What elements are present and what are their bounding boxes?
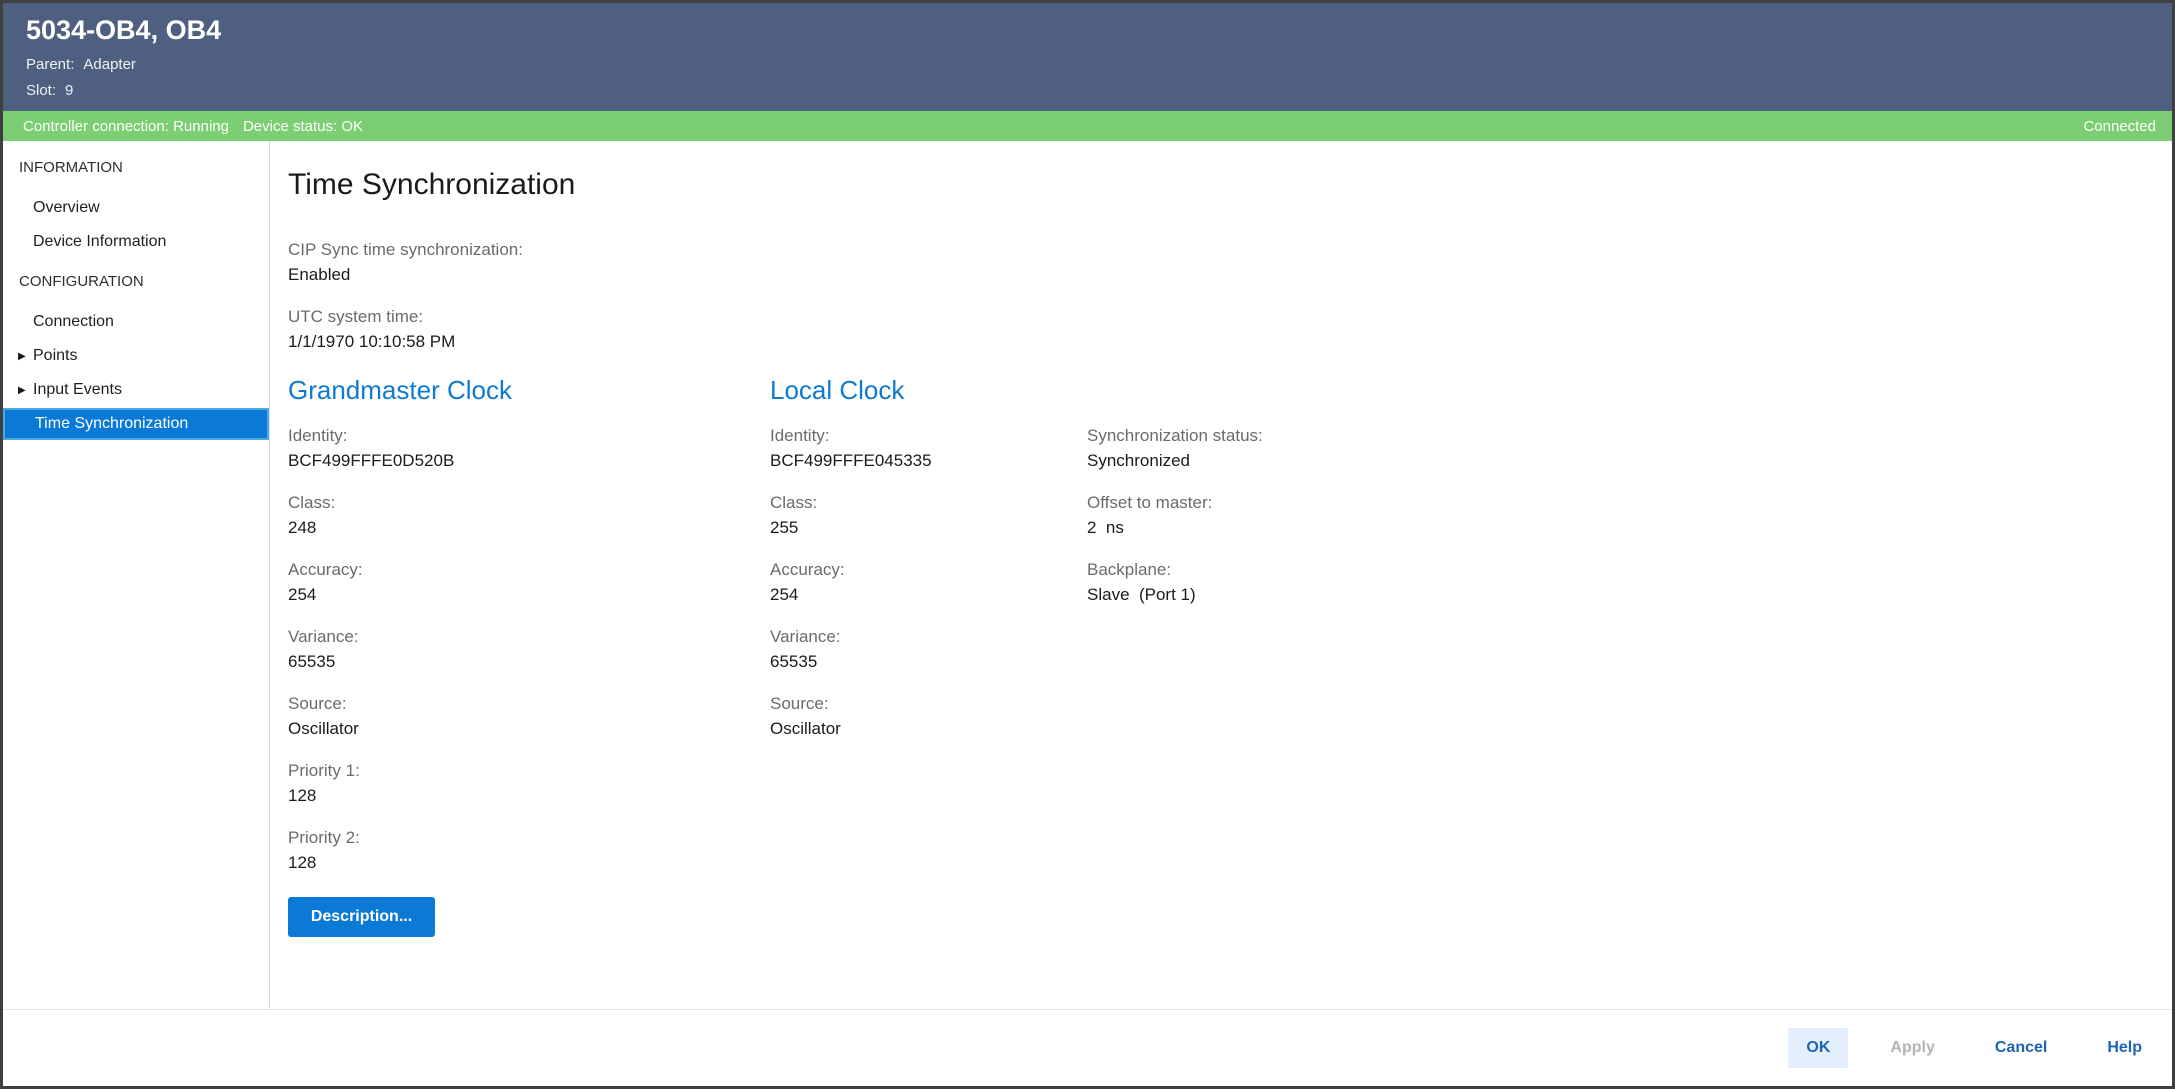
field-lc-class: Class: 255	[770, 492, 1087, 539]
field-value: 128	[288, 786, 317, 805]
field-label: Accuracy:	[770, 560, 845, 579]
sidebar-section-configuration: CONFIGURATION	[19, 273, 144, 290]
field-cip-sync: CIP Sync time synchronization: Enabled	[288, 239, 2172, 286]
field-gm-accuracy: Accuracy: 254	[288, 559, 770, 606]
field-gm-identity: Identity: BCF499FFFE0D520B	[288, 425, 770, 472]
description-button[interactable]: Description...	[288, 897, 435, 937]
field-label: Variance:	[288, 627, 359, 646]
device-header: 5034-OB4, OB4 Parent: Adapter Slot: 9	[3, 3, 2172, 111]
field-label: Class:	[288, 493, 336, 512]
field-lc-identity: Identity: BCF499FFFE045335	[770, 425, 1087, 472]
dialog-footer: OK Apply Cancel Help	[3, 1009, 2172, 1086]
field-label: Backplane:	[1087, 560, 1172, 579]
field-value: 1/1/1970 10:10:58 PM	[288, 332, 456, 351]
parent-line: Parent: Adapter	[26, 55, 2148, 75]
field-value: Oscillator	[770, 719, 841, 738]
field-value: Oscillator	[288, 719, 359, 738]
main-content: Time Synchronization CIP Sync time synch…	[270, 141, 2172, 1009]
apply-button[interactable]: Apply	[1872, 1028, 1952, 1068]
connection-status: Connected	[2083, 117, 2156, 135]
sidebar-item-points[interactable]: ▶ Points	[3, 339, 269, 373]
field-gm-priority-2: Priority 2: 128	[288, 827, 770, 874]
field-gm-priority-1: Priority 1: 128	[288, 760, 770, 807]
sidebar-item-time-synchronization[interactable]: Time Synchronization	[3, 408, 269, 440]
expand-arrow-icon[interactable]: ▶	[18, 374, 26, 408]
parent-value: Adapter	[83, 56, 136, 73]
field-label: Priority 2:	[288, 828, 360, 847]
sidebar-item-input-events[interactable]: ▶ Input Events	[3, 373, 269, 407]
slot-label: Slot:	[26, 82, 57, 99]
parent-label: Parent:	[26, 56, 75, 73]
expand-arrow-icon[interactable]: ▶	[18, 340, 26, 374]
slot-value: 9	[65, 82, 74, 99]
field-value: 128	[288, 853, 317, 872]
field-label: Accuracy:	[288, 560, 363, 579]
sidebar-nav: INFORMATION Overview Device Information …	[3, 141, 270, 1009]
field-backplane: Backplane: Slave (Port 1)	[1087, 559, 2172, 606]
field-gm-class: Class: 248	[288, 492, 770, 539]
field-gm-source: Source: Oscillator	[288, 693, 770, 740]
ok-button[interactable]: OK	[1788, 1028, 1849, 1068]
field-label: Class:	[770, 493, 818, 512]
field-label: Source:	[770, 694, 829, 713]
grandmaster-clock-heading: Grandmaster Clock	[288, 375, 512, 405]
field-utc-system-time: UTC system time: 1/1/1970 10:10:58 PM	[288, 306, 2172, 353]
field-value: Slave (Port 1)	[1087, 585, 1196, 604]
sidebar-item-device-information[interactable]: Device Information	[3, 225, 269, 259]
field-label: Offset to master:	[1087, 493, 1213, 512]
page-title: Time Synchronization	[288, 168, 576, 201]
status-bar: Controller connection: Running Device st…	[3, 111, 2172, 141]
field-label: Variance:	[770, 627, 841, 646]
field-value: 65535	[770, 652, 818, 671]
device-title: 5034-OB4, OB4	[26, 15, 222, 45]
field-label: UTC system time:	[288, 307, 424, 326]
slot-line: Slot: 9	[26, 81, 2148, 101]
field-value: Synchronized	[1087, 451, 1191, 470]
field-value: 2 ns	[1087, 518, 1124, 537]
field-label: Synchronization status:	[1087, 426, 1263, 445]
sidebar-item-label: Input Events	[33, 381, 122, 398]
field-lc-variance: Variance: 65535	[770, 626, 1087, 673]
device-properties-window: 5034-OB4, OB4 Parent: Adapter Slot: 9 Co…	[0, 0, 2175, 1089]
field-label: CIP Sync time synchronization:	[288, 240, 523, 259]
local-clock-section: Local Clock Identity: BCF499FFFE045335 C…	[770, 373, 1087, 937]
device-status: Device status: OK	[242, 117, 364, 135]
local-clock-heading: Local Clock	[770, 375, 905, 405]
field-value: 254	[288, 585, 317, 604]
sync-status-section: Synchronization status: Synchronized Off…	[1087, 373, 2172, 937]
cancel-button[interactable]: Cancel	[1977, 1028, 2065, 1068]
field-value: BCF499FFFE045335	[770, 451, 932, 470]
field-lc-source: Source: Oscillator	[770, 693, 1087, 740]
sidebar-item-overview[interactable]: Overview	[3, 191, 269, 225]
field-offset-to-master: Offset to master: 2 ns	[1087, 492, 2172, 539]
controller-connection-status: Controller connection: Running	[23, 117, 229, 135]
field-value: 255	[770, 518, 799, 537]
field-label: Identity:	[770, 426, 830, 445]
field-value: 254	[770, 585, 799, 604]
field-value: BCF499FFFE0D520B	[288, 451, 455, 470]
field-value: 65535	[288, 652, 336, 671]
field-sync-status: Synchronization status: Synchronized	[1087, 425, 2172, 472]
field-value: 248	[288, 518, 317, 537]
clock-columns: Grandmaster Clock Identity: BCF499FFFE0D…	[288, 373, 2172, 937]
field-label: Priority 1:	[288, 761, 360, 780]
field-label: Identity:	[288, 426, 348, 445]
sidebar-section-information: INFORMATION	[19, 159, 123, 176]
help-button[interactable]: Help	[2089, 1028, 2150, 1068]
field-value: Enabled	[288, 265, 351, 284]
sidebar-item-label: Points	[33, 347, 78, 364]
sidebar-item-connection[interactable]: Connection	[3, 305, 269, 339]
grandmaster-clock-section: Grandmaster Clock Identity: BCF499FFFE0D…	[288, 373, 770, 937]
field-gm-variance: Variance: 65535	[288, 626, 770, 673]
field-lc-accuracy: Accuracy: 254	[770, 559, 1087, 606]
body: INFORMATION Overview Device Information …	[3, 141, 2172, 1009]
field-label: Source:	[288, 694, 347, 713]
